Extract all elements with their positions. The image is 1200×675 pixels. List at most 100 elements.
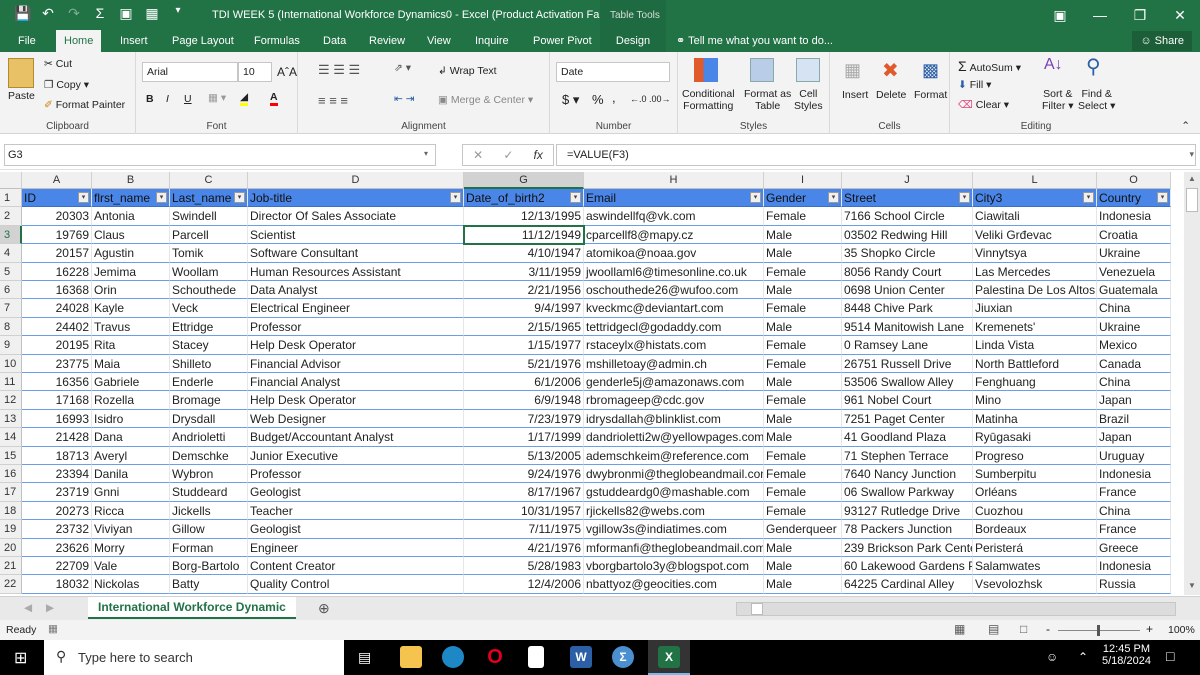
cell[interactable]: Ettridge: [170, 317, 248, 337]
cell[interactable]: Scientist: [248, 225, 464, 245]
cell[interactable]: Female: [764, 207, 842, 226]
table-icon[interactable]: ▦: [144, 5, 160, 22]
cell[interactable]: Uruguay: [1097, 446, 1171, 465]
number-format-dropdown[interactable]: Date: [556, 62, 670, 82]
cell[interactable]: 5/13/2005: [464, 446, 584, 465]
name-box-dropdown-icon[interactable]: ▾: [424, 149, 428, 158]
cell[interactable]: Jiuxian: [973, 299, 1097, 318]
cell[interactable]: Gillow: [170, 520, 248, 539]
cell[interactable]: Vale: [92, 557, 170, 576]
cell[interactable]: 8056 Randy Court: [842, 262, 973, 281]
spreadsheet-grid[interactable]: A B C D G H I J L O 1 ID ▾ flrst_name ▾ Last_name ▾ Job-t…: [0, 172, 1184, 595]
cell[interactable]: Male: [764, 225, 842, 245]
word-icon[interactable]: W: [570, 646, 592, 668]
zoom-out-button[interactable]: -: [1046, 622, 1050, 636]
cell[interactable]: cparcellf8@mapy.cz: [584, 225, 764, 245]
cell[interactable]: Content Creator: [248, 557, 464, 576]
row-header[interactable]: 22: [0, 575, 22, 594]
cell[interactable]: Male: [764, 557, 842, 576]
select-all-corner[interactable]: [0, 172, 22, 189]
tab-design[interactable]: Design: [600, 30, 666, 52]
cell[interactable]: Mino: [973, 391, 1097, 410]
cell[interactable]: 64225 Cardinal Alley: [842, 575, 973, 594]
cell[interactable]: 03502 Redwing Hill: [842, 225, 973, 245]
cell[interactable]: 20273: [22, 501, 92, 521]
cell[interactable]: Drysdall: [170, 409, 248, 429]
tab-file[interactable]: File: [10, 30, 44, 52]
cell[interactable]: 6/9/1948: [464, 391, 584, 410]
cell[interactable]: 2/21/1956: [464, 281, 584, 300]
cell[interactable]: Antonia: [92, 207, 170, 226]
cell[interactable]: Maia: [92, 354, 170, 373]
cell[interactable]: Vinnytsya: [973, 244, 1097, 263]
cell[interactable]: Croatia: [1097, 225, 1171, 245]
orientation-icon[interactable]: ⇗ ▾: [394, 62, 411, 74]
cell[interactable]: Bromage: [170, 391, 248, 410]
cell[interactable]: Female: [764, 483, 842, 502]
cell[interactable]: North Battleford: [973, 354, 1097, 373]
font-size-dropdown[interactable]: 10: [238, 62, 272, 82]
cell[interactable]: Ukraine: [1097, 244, 1171, 263]
header-cell[interactable]: City3 ▾: [973, 189, 1097, 208]
cell[interactable]: Female: [764, 391, 842, 410]
cell[interactable]: 0 Ramsey Lane: [842, 336, 973, 355]
indent-icon[interactable]: ⇤ ⇥: [394, 93, 415, 105]
horizontal-scrollbar[interactable]: [736, 602, 1176, 616]
row-header[interactable]: 3: [0, 225, 22, 245]
cell-styles-icon[interactable]: [796, 58, 820, 82]
cell[interactable]: 24402: [22, 317, 92, 337]
cell[interactable]: Financial Advisor: [248, 354, 464, 373]
cell[interactable]: Ryūgasaki: [973, 428, 1097, 447]
cell[interactable]: Female: [764, 299, 842, 318]
format-painter-button[interactable]: ✐ Format Painter: [44, 99, 125, 111]
customize-icon[interactable]: ▾: [170, 5, 186, 22]
cell[interactable]: Bordeaux: [973, 520, 1097, 539]
row-header[interactable]: 20: [0, 538, 22, 557]
cell[interactable]: atomikoa@noaa.gov: [584, 244, 764, 263]
opera-browser-icon[interactable]: O: [484, 646, 506, 668]
cell[interactable]: gstuddeardg0@mashable.com: [584, 483, 764, 502]
close-icon[interactable]: ✕: [1160, 0, 1200, 30]
cell[interactable]: China: [1097, 373, 1171, 392]
filter-dropdown-icon[interactable]: ▾: [570, 192, 581, 203]
insert-function-icon[interactable]: fx: [534, 148, 543, 162]
cell[interactable]: rjickells82@webs.com: [584, 501, 764, 521]
delete-cells-button[interactable]: Delete: [876, 89, 906, 101]
cell[interactable]: Indonesia: [1097, 557, 1171, 576]
tab-review[interactable]: Review: [361, 30, 413, 52]
row-header[interactable]: 6: [0, 281, 22, 300]
cell[interactable]: 71 Stephen Terrace: [842, 446, 973, 465]
cell[interactable]: 22709: [22, 557, 92, 576]
header-cell[interactable]: Country ▾: [1097, 189, 1171, 208]
formula-input[interactable]: =VALUE(F3): [556, 144, 1196, 166]
cell[interactable]: 23719: [22, 483, 92, 502]
cell[interactable]: 06 Swallow Parkway: [842, 483, 973, 502]
cell[interactable]: 20157: [22, 244, 92, 263]
cell[interactable]: Female: [764, 501, 842, 521]
find-icon[interactable]: ⚲: [1086, 54, 1101, 79]
cell[interactable]: 11/12/1949: [464, 225, 584, 245]
header-cell[interactable]: Street ▾: [842, 189, 973, 208]
new-sheet-icon[interactable]: ⊕: [318, 600, 330, 617]
cell[interactable]: Morry: [92, 538, 170, 557]
cancel-icon[interactable]: ✕: [473, 148, 483, 162]
conditional-formatting-button[interactable]: Conditional Formatting: [682, 88, 735, 112]
cell[interactable]: rbromageep@cdc.gov: [584, 391, 764, 410]
column-header-h[interactable]: H: [584, 172, 764, 189]
cell[interactable]: Female: [764, 446, 842, 465]
cell[interactable]: Linda Vista: [973, 336, 1097, 355]
share-button[interactable]: ☺ Share: [1132, 31, 1192, 51]
cell[interactable]: Geologist: [248, 483, 464, 502]
cell[interactable]: 12/4/2006: [464, 575, 584, 594]
page-layout-view-icon[interactable]: ▤: [988, 622, 999, 636]
cell[interactable]: 4/21/1976: [464, 538, 584, 557]
cell[interactable]: Swindell: [170, 207, 248, 226]
cell[interactable]: Shilleto: [170, 354, 248, 373]
cell[interactable]: 2/15/1965: [464, 317, 584, 337]
cell[interactable]: Guatemala: [1097, 281, 1171, 300]
cell[interactable]: 961 Nobel Court: [842, 391, 973, 410]
cell[interactable]: 23626: [22, 538, 92, 557]
cell[interactable]: 8448 Chive Park: [842, 299, 973, 318]
excel-taskbar-button[interactable]: X: [648, 640, 690, 675]
row-header[interactable]: 14: [0, 428, 22, 447]
